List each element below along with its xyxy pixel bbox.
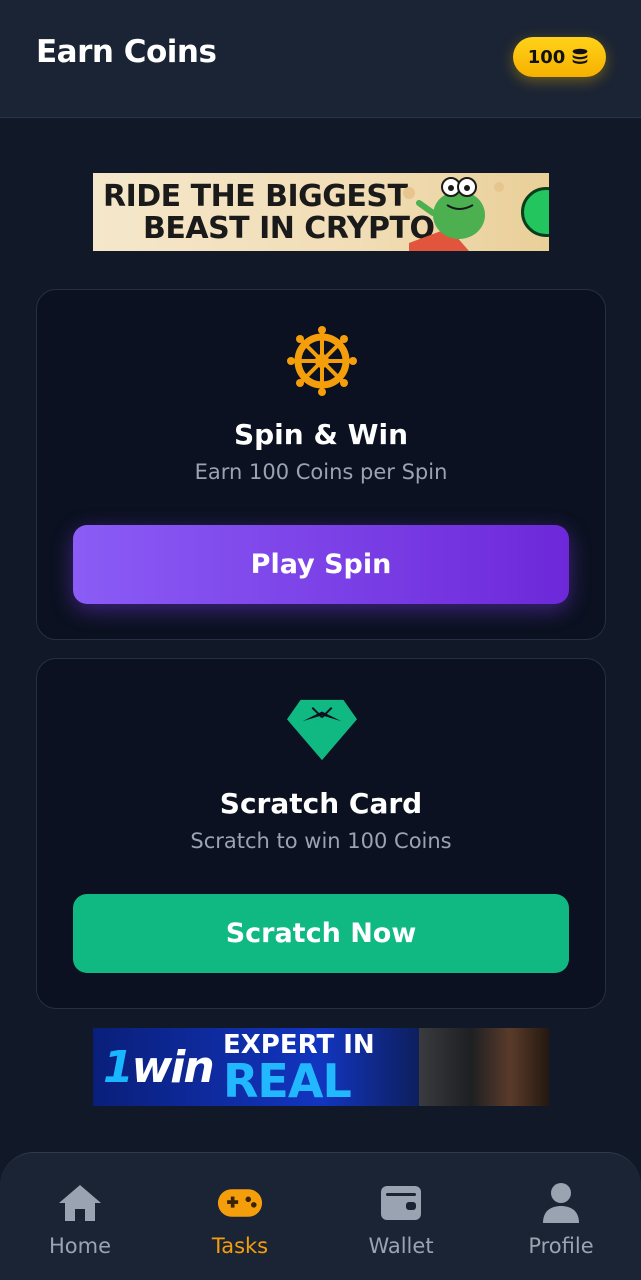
- dharma-wheel-icon: [287, 326, 357, 396]
- ad-text-line2: REAL: [223, 1054, 352, 1106]
- coin-balance-badge[interactable]: 100: [513, 37, 606, 77]
- ad-brand-logo: 1win: [103, 1042, 215, 1093]
- nav-label-profile: Profile: [528, 1234, 594, 1258]
- ad-text-line1: RIDE THE BIGGEST: [103, 179, 408, 214]
- gamepad-icon: [217, 1180, 263, 1226]
- ad-mascot-image: [403, 177, 504, 251]
- app-root: Earn Coins 100 RIDE THE BIGGEST BEAST IN…: [0, 0, 641, 1280]
- nav-label-home: Home: [48, 1234, 111, 1258]
- home-icon: [57, 1180, 103, 1226]
- nav-label-wallet: Wallet: [368, 1234, 434, 1258]
- bottom-nav: Home Tasks Wallet Profile: [0, 1152, 641, 1280]
- nav-label-tasks: Tasks: [211, 1234, 269, 1258]
- spin-card-title: Spin & Win: [233, 418, 409, 451]
- app-header: Earn Coins 100: [0, 0, 641, 118]
- spin-win-card: Spin & Win Earn 100 Coins per Spin Play …: [36, 289, 606, 640]
- scratch-card-card: Scratch Card Scratch to win 100 Coins Sc…: [36, 658, 606, 1009]
- coins-icon: [572, 48, 588, 64]
- page-title: Earn Coins: [36, 34, 217, 70]
- user-icon: [538, 1180, 584, 1226]
- nav-item-profile[interactable]: Profile: [481, 1153, 641, 1280]
- play-spin-button[interactable]: Play Spin: [73, 525, 569, 604]
- ad-photo-image: [419, 1028, 549, 1106]
- nav-item-home[interactable]: Home: [0, 1153, 160, 1280]
- spin-card-subtitle: Earn 100 Coins per Spin: [194, 460, 448, 484]
- wallet-icon: [378, 1180, 424, 1226]
- scratch-card-subtitle: Scratch to win 100 Coins: [190, 829, 452, 853]
- nav-item-tasks[interactable]: Tasks: [160, 1153, 320, 1280]
- coin-balance-value: 100: [527, 46, 566, 68]
- gem-icon: [287, 695, 357, 765]
- ad-banner-crypto[interactable]: RIDE THE BIGGEST BEAST IN CRYPTO: [93, 173, 549, 251]
- scratch-card-title: Scratch Card: [219, 787, 423, 820]
- nav-item-wallet[interactable]: Wallet: [321, 1153, 481, 1280]
- scratch-now-button[interactable]: Scratch Now: [73, 894, 569, 973]
- ad-banner-1win[interactable]: 1win EXPERT IN REAL: [93, 1028, 549, 1106]
